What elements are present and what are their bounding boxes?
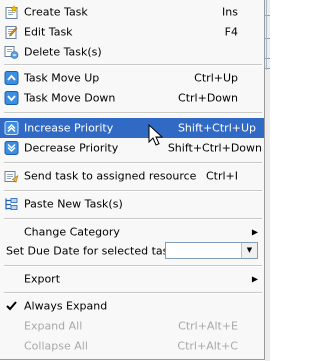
menu-separator [4, 190, 262, 192]
menu-separator [4, 218, 262, 220]
menu-item-edit-task[interactable]: Edit Task F4 [0, 22, 264, 42]
menu-item-always-expand[interactable]: Always Expand [0, 296, 264, 316]
menu-item-collapse-all: Collapse All Ctrl+Alt+C [0, 336, 264, 356]
menu-separator [4, 112, 262, 114]
edit-task-label: Edit Task [24, 25, 73, 39]
collapse-all-label: Collapse All [24, 339, 88, 353]
dropdown-arrow-icon[interactable]: ▼ [241, 243, 257, 258]
decrease-priority-shortcut: Shift+Ctrl+Down [167, 141, 262, 155]
expand-all-label: Expand All [24, 319, 83, 333]
menu-item-decrease-priority[interactable]: Decrease Priority Shift+Ctrl+Down [0, 138, 264, 158]
background-grid-line [266, 0, 267, 70]
task-move-up-shortcut: Ctrl+Up [194, 71, 238, 85]
delete-task-icon [4, 46, 19, 59]
submenu-arrow-icon: ▶ [251, 274, 258, 284]
edit-task-shortcut: F4 [224, 25, 238, 39]
send-task-icon [4, 171, 19, 184]
expand-all-shortcut: Ctrl+Alt+E [178, 319, 238, 333]
paste-task-icon [5, 198, 18, 210]
due-date-combobox[interactable]: ▼ [165, 242, 258, 259]
menu-item-paste-new-task[interactable]: Paste New Task(s) [0, 194, 264, 214]
delete-task-label: Delete Task(s) [24, 45, 102, 59]
create-task-icon [5, 4, 18, 19]
checkmark-icon [6, 301, 17, 311]
menu-separator [4, 162, 262, 164]
menu-item-change-category[interactable]: Change Category ▶ [0, 222, 264, 242]
move-down-icon [4, 91, 19, 105]
export-label: Export [24, 272, 61, 286]
menu-item-send-task[interactable]: Send task to assigned resource Ctrl+I [0, 166, 264, 186]
menu-separator [4, 265, 262, 267]
context-menu: Create Task Ins Edit Task F4 Delete Task… [0, 0, 265, 360]
create-task-shortcut: Ins [222, 5, 238, 19]
menu-separator [4, 64, 262, 66]
increase-priority-icon [4, 121, 19, 135]
change-category-label: Change Category [24, 225, 120, 239]
task-move-down-shortcut: Ctrl+Down [178, 91, 238, 105]
menu-item-task-move-down[interactable]: Task Move Down Ctrl+Down [0, 88, 264, 108]
submenu-arrow-icon: ▶ [251, 227, 258, 237]
menu-item-set-due-date: Set Due Date for selected tasks ▼ [0, 241, 264, 261]
menu-separator [4, 292, 262, 294]
send-task-label: Send task to assigned resource [24, 169, 197, 183]
paste-new-task-label: Paste New Task(s) [24, 197, 123, 211]
increase-priority-shortcut: Shift+Ctrl+Up [177, 121, 256, 135]
menu-item-increase-priority[interactable]: Increase Priority Shift+Ctrl+Up [0, 118, 264, 138]
set-due-date-label: Set Due Date for selected tasks [6, 244, 181, 258]
create-task-label: Create Task [24, 5, 88, 19]
menu-item-delete-task[interactable]: Delete Task(s) [0, 42, 264, 62]
task-move-down-label: Task Move Down [24, 91, 116, 105]
collapse-all-shortcut: Ctrl+Alt+C [177, 339, 238, 353]
menu-item-expand-all: Expand All Ctrl+Alt+E [0, 316, 264, 336]
menu-item-create-task[interactable]: Create Task Ins [0, 2, 264, 22]
menu-item-task-move-up[interactable]: Task Move Up Ctrl+Up [0, 68, 264, 88]
task-move-up-label: Task Move Up [24, 71, 100, 85]
mouse-cursor-icon [148, 124, 164, 146]
decrease-priority-label: Decrease Priority [24, 141, 119, 155]
send-task-shortcut: Ctrl+I [205, 169, 238, 183]
move-up-icon [4, 71, 19, 85]
edit-task-icon [5, 26, 18, 39]
menu-item-export[interactable]: Export ▶ [0, 269, 264, 289]
decrease-priority-icon [4, 141, 19, 155]
increase-priority-label: Increase Priority [24, 121, 114, 135]
always-expand-label: Always Expand [24, 299, 108, 313]
